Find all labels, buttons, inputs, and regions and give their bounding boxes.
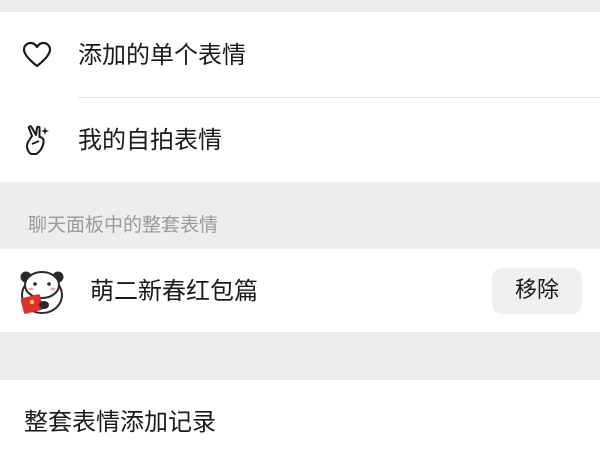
favorites-card: 添加的单个表情 我的自拍表情	[0, 12, 600, 182]
history-card: 整套表情添加记录	[0, 380, 600, 450]
heart-icon	[22, 40, 52, 70]
sticker-pack-row[interactable]: 萌二新春红包篇 移除	[0, 249, 600, 332]
sticker-pack-card: 萌二新春红包篇 移除	[0, 249, 600, 332]
sticker-pack-name: 萌二新春红包篇	[90, 277, 258, 305]
single-stickers-row[interactable]: 添加的单个表情	[0, 12, 600, 97]
selfie-stickers-row[interactable]: 我的自拍表情	[0, 97, 600, 182]
hand-gesture-icon	[22, 124, 52, 155]
top-spacer	[0, 0, 600, 12]
panda-sticker-thumbnail	[14, 263, 70, 319]
section-title: 聊天面板中的整套表情	[28, 214, 219, 236]
single-stickers-label: 添加的单个表情	[78, 40, 246, 69]
selfie-stickers-label: 我的自拍表情	[78, 125, 222, 154]
remove-button[interactable]: 移除	[492, 268, 582, 314]
history-row[interactable]: 整套表情添加记录	[0, 380, 600, 450]
sticker-management-page: 添加的单个表情 我的自拍表情 聊天面板中的整套表情 萌二新春红包篇 移除 整套表…	[0, 0, 600, 450]
history-label: 整套表情添加记录	[24, 408, 216, 436]
